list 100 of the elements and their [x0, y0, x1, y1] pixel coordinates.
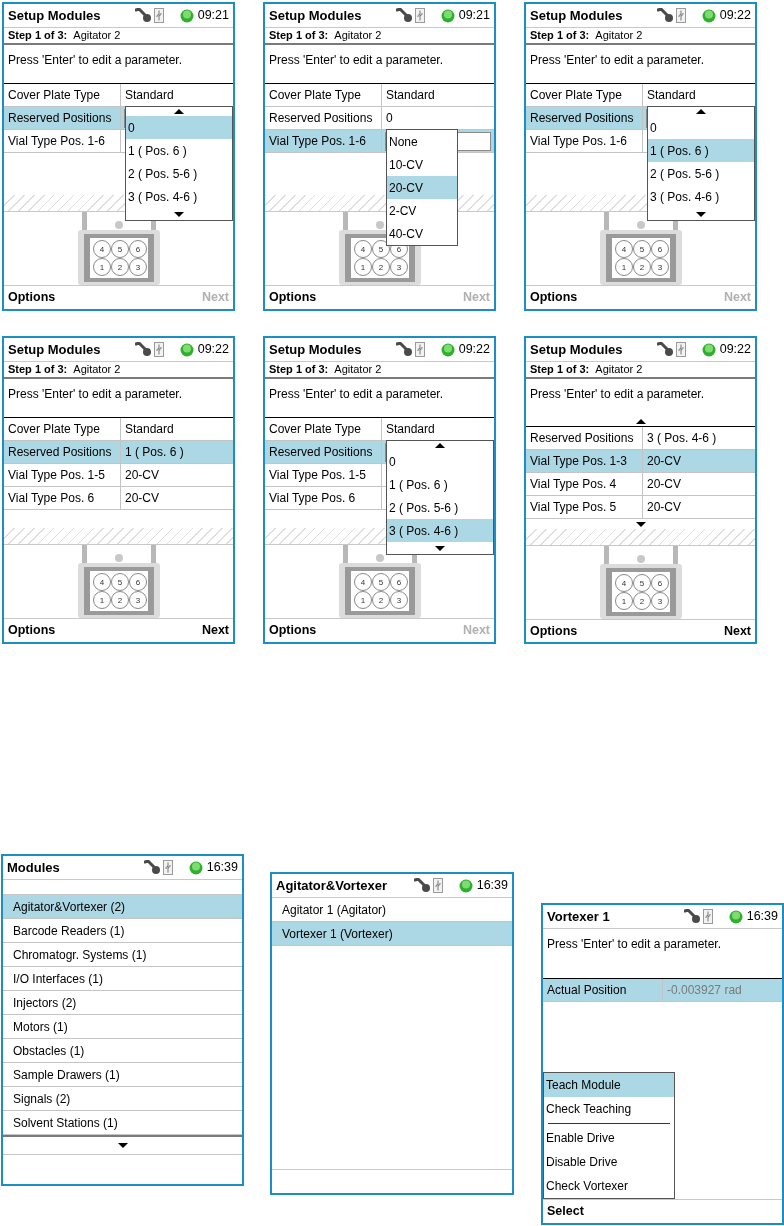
- menu-item[interactable]: Teach Module: [544, 1073, 674, 1097]
- key-icon: [143, 860, 161, 875]
- usb-icon: [414, 342, 425, 357]
- position-number: 1: [360, 263, 365, 272]
- parameter-label: Vial Type Pos. 1-5: [269, 467, 366, 484]
- dropdown-option[interactable]: 1 ( Pos. 6 ): [648, 139, 754, 162]
- parameter-value: 20-CV: [647, 499, 681, 516]
- screen-title: Setup Modules: [269, 6, 363, 25]
- list-item[interactable]: Vortexer 1 (Vortexer): [272, 922, 512, 946]
- list-item[interactable]: Agitator&Vortexer (2): [3, 895, 242, 919]
- soft-key[interactable]: Next: [201, 621, 229, 640]
- usb-icon: [153, 342, 164, 357]
- parameter-value: 20-CV: [125, 490, 159, 507]
- position-number: 4: [360, 245, 365, 254]
- position-number: 2: [117, 263, 122, 272]
- position-number: 3: [657, 597, 662, 606]
- position-number: 2: [639, 597, 644, 606]
- position-number: 4: [621, 245, 626, 254]
- usb-icon: [153, 8, 164, 23]
- step-label: Step 1 of 3:: [530, 362, 590, 378]
- table-row[interactable]: Reserved Positions 3 ( Pos. 4-6 ): [526, 427, 755, 450]
- parameter-label: Reserved Positions: [269, 110, 373, 127]
- position-number: 5: [639, 245, 644, 254]
- table-row[interactable]: Vial Type Pos. 4 20-CV: [526, 473, 755, 496]
- instruction-text: Press 'Enter' to edit a parameter.: [530, 387, 704, 401]
- position-number: 4: [360, 578, 365, 587]
- step-value: Agitator 2: [334, 28, 382, 44]
- parameter-value: -0.003927 rad: [667, 982, 742, 999]
- status-light-icon: [179, 342, 194, 357]
- parameter-value: 1 ( Pos. 6 ): [125, 444, 184, 461]
- key-icon: [134, 8, 152, 23]
- parameter-label: Vial Type Pos. 1-6: [530, 133, 627, 150]
- position-number: 6: [396, 245, 401, 254]
- soft-key[interactable]: Options: [530, 622, 578, 641]
- table-row[interactable]: Reserved Positions 1 ( Pos. 6 ): [4, 441, 233, 464]
- step-value: Agitator 2: [595, 28, 643, 44]
- soft-key[interactable]: Options: [8, 621, 56, 640]
- status-light-icon: [701, 8, 716, 23]
- step-value: Agitator 2: [595, 362, 643, 378]
- parameter-label: Reserved Positions: [530, 430, 634, 447]
- parameter-value: 20-CV: [125, 467, 159, 484]
- clock-time: 16:39: [476, 877, 508, 895]
- key-icon: [395, 342, 413, 357]
- step-value: Agitator 2: [73, 362, 121, 378]
- status-light-icon: [440, 342, 455, 357]
- screen-title: Setup Modules: [8, 6, 102, 25]
- table-row[interactable]: Vial Type Pos. 5 20-CV: [526, 496, 755, 519]
- parameter-label: Cover Plate Type: [530, 87, 622, 104]
- step-label: Step 1 of 3:: [8, 28, 68, 44]
- soft-key[interactable]: Options: [530, 288, 578, 307]
- parameter-label: Cover Plate Type: [269, 421, 361, 438]
- soft-key[interactable]: Options: [269, 621, 317, 640]
- table-row[interactable]: Cover Plate Type Standard: [4, 418, 233, 441]
- screen-title: Vortexer 1: [547, 907, 611, 926]
- step-value: Agitator 2: [73, 28, 121, 44]
- parameter-value: 3 ( Pos. 4-6 ): [647, 430, 717, 447]
- soft-key[interactable]: Next: [723, 622, 751, 641]
- position-number: 6: [396, 578, 401, 587]
- soft-key[interactable]: Options: [8, 288, 56, 307]
- position-number: 4: [621, 579, 626, 588]
- dropdown-option[interactable]: 3 ( Pos. 4-6 ): [387, 519, 493, 542]
- parameter-label: Reserved Positions: [8, 444, 112, 461]
- key-icon: [395, 8, 413, 23]
- screen-title: Setup Modules: [530, 6, 624, 25]
- dropdown-option[interactable]: 20-CV: [387, 176, 457, 199]
- position-number: 6: [135, 245, 140, 254]
- status-light-icon: [179, 8, 194, 23]
- parameter-label: Actual Position: [547, 982, 627, 999]
- clock-time: 09:21: [197, 7, 229, 25]
- status-light-icon: [458, 878, 473, 893]
- table-row[interactable]: Cover Plate Type Standard: [265, 84, 494, 107]
- table-row[interactable]: Vial Type Pos. 1-5 20-CV: [4, 464, 233, 487]
- instruction-text: Press 'Enter' to edit a parameter.: [530, 53, 704, 67]
- position-number: 3: [396, 596, 401, 605]
- instruction-text: Press 'Enter' to edit a parameter.: [269, 53, 443, 67]
- table-row[interactable]: Vial Type Pos. 6 20-CV: [4, 487, 233, 510]
- key-icon: [683, 909, 701, 924]
- soft-key[interactable]: Select: [547, 1202, 584, 1221]
- parameter-label: Vial Type Pos. 1-5: [8, 467, 105, 484]
- step-label: Step 1 of 3:: [530, 28, 590, 44]
- status-light-icon: [440, 8, 455, 23]
- key-icon: [413, 878, 431, 893]
- table-row[interactable]: Reserved Positions 0: [265, 107, 494, 130]
- position-number: 3: [135, 263, 140, 272]
- parameter-label: Vial Type Pos. 1-3: [530, 453, 627, 470]
- position-number: 5: [639, 579, 644, 588]
- screen-title: Agitator&Vortexer: [276, 876, 388, 895]
- soft-key[interactable]: Options: [269, 288, 317, 307]
- parameter-value: 20-CV: [647, 453, 681, 470]
- parameter-value: Standard: [386, 421, 435, 438]
- clock-time: 09:22: [719, 7, 751, 25]
- parameter-value: Standard: [125, 421, 174, 438]
- clock-time: 09:22: [458, 341, 490, 359]
- usb-icon: [675, 342, 686, 357]
- table-row[interactable]: Vial Type Pos. 1-3 20-CV: [526, 450, 755, 473]
- position-number: 5: [117, 578, 122, 587]
- usb-icon: [414, 8, 425, 23]
- clock-time: 09:22: [719, 341, 751, 359]
- dropdown-option[interactable]: 0: [126, 116, 232, 139]
- parameter-value: Standard: [386, 87, 435, 104]
